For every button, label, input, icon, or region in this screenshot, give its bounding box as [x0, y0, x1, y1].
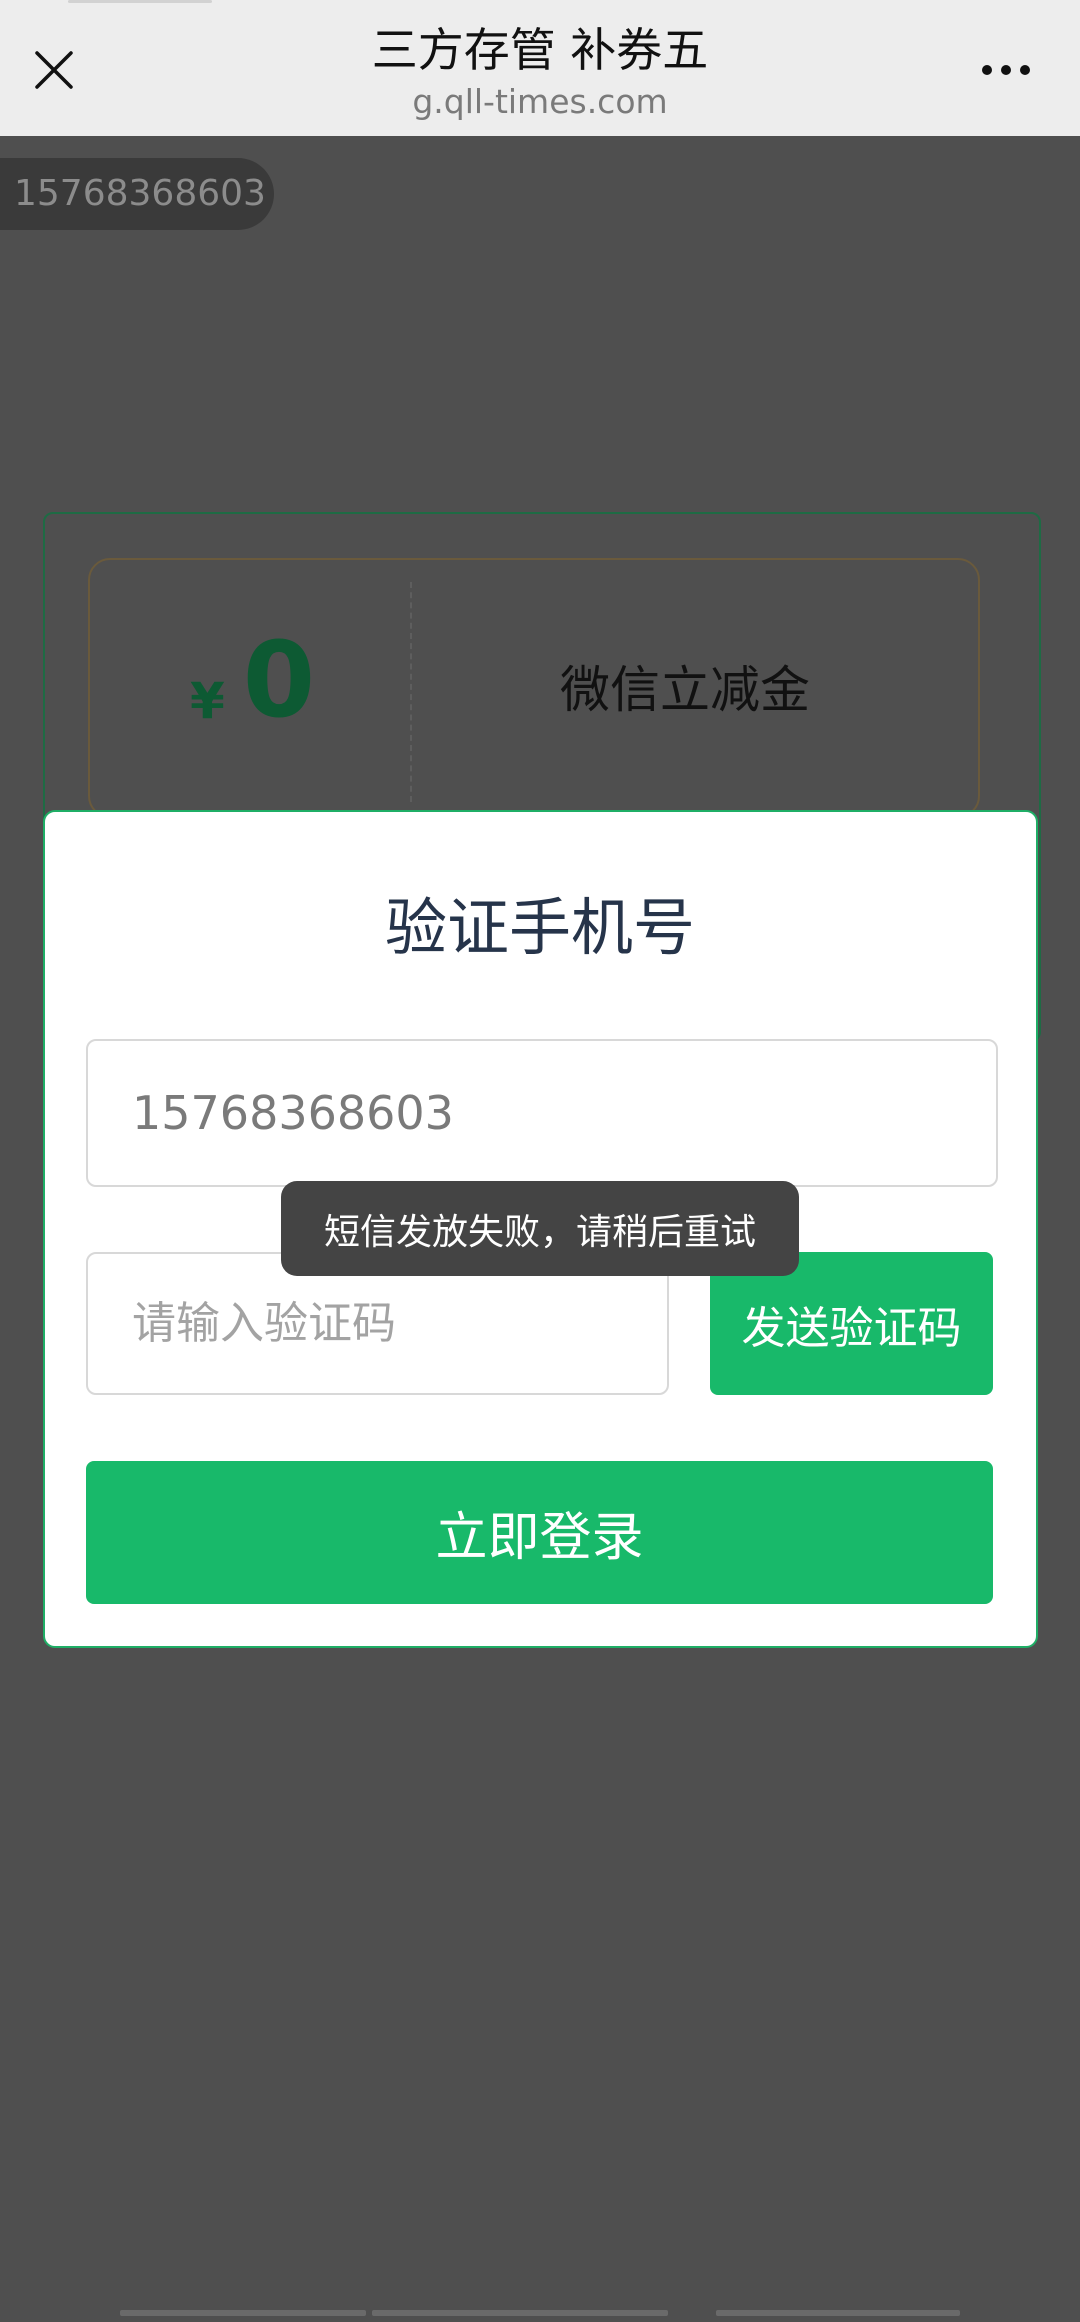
more-dot-icon: [1001, 65, 1011, 75]
modal-title: 验证手机号: [384, 891, 695, 964]
toast-message: 短信发放失败，请稍后重试: [281, 1181, 799, 1276]
close-button[interactable]: [18, 34, 90, 106]
more-dot-icon: [982, 65, 992, 75]
bottom-strip: [716, 2310, 960, 2316]
coupon-label: 微信立减金: [560, 661, 810, 719]
top-nav-bar: 三方存管 补券五 g.qll-times.com: [0, 0, 1080, 136]
coupon-currency: ¥: [190, 672, 225, 730]
close-icon: [35, 51, 73, 89]
phone-input[interactable]: [86, 1039, 998, 1187]
phone-number-pill: 15768368603: [0, 158, 274, 230]
login-button[interactable]: 立即登录: [86, 1461, 993, 1604]
bottom-strip: [372, 2310, 668, 2316]
more-button[interactable]: [966, 42, 1046, 98]
more-dot-icon: [1020, 65, 1030, 75]
bottom-strip: [120, 2310, 366, 2316]
drag-handle: [68, 0, 212, 3]
page-title: 三方存管 补券五: [371, 23, 709, 77]
coupon-value: 0: [242, 619, 316, 741]
ticket-divider: [410, 582, 412, 802]
page-url: g.qll-times.com: [412, 82, 668, 121]
coupon-amount: ¥ 0: [190, 620, 315, 740]
